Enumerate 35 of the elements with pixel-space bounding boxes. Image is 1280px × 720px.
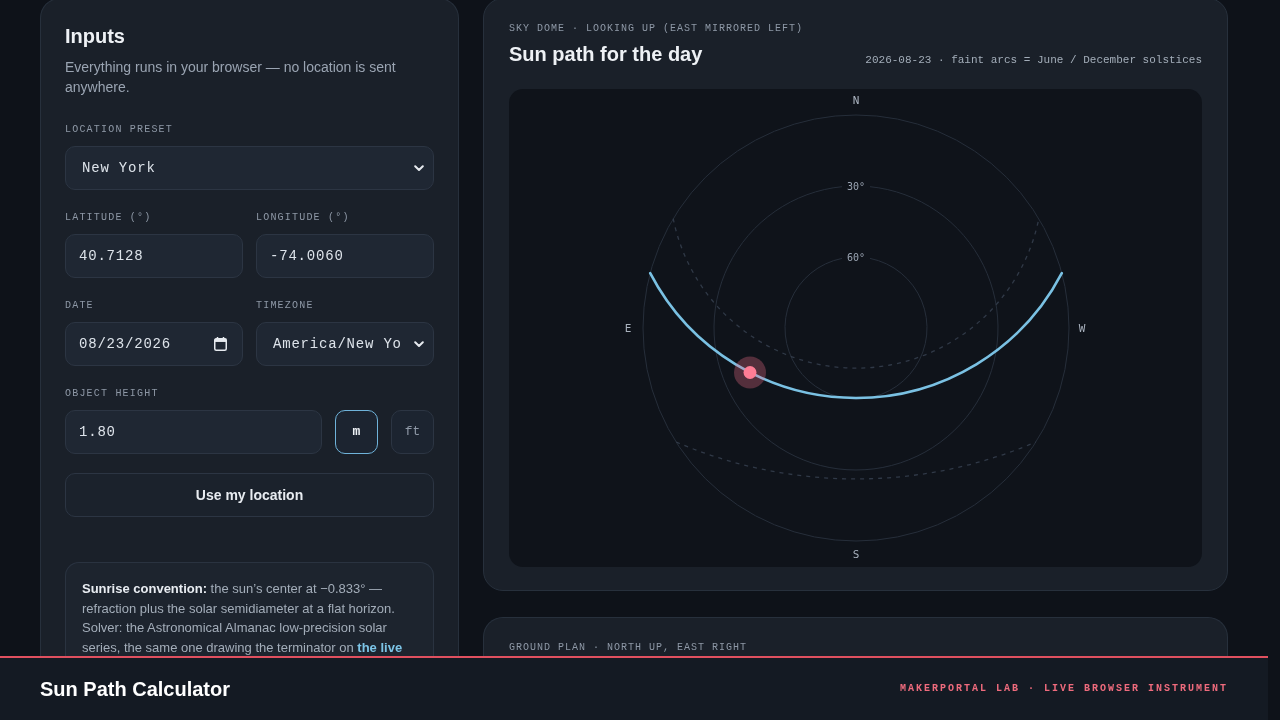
compass-label: E <box>624 321 632 335</box>
note-text: Sunrise convention: the sun’s center at −0.833° — refraction plus the solar semidiameter at a flat horizon. Solver: the Astronomical Almanac low-precision solar series, the same one drawing the terminator on the live <box>82 580 404 656</box>
field-label: OBJECT HEIGHT <box>65 387 160 401</box>
card-eyebrow: SKY DOME · LOOKING UP (EAST MIRRORED LEFT) <box>509 22 805 36</box>
longitude-input[interactable]: -74.0060 <box>256 234 434 278</box>
chevron-down-icon <box>414 340 424 348</box>
footer-tagline: MAKERPORTAL LAB · LIVE BROWSER INSTRUMENT <box>899 682 1228 696</box>
field-label: LOCATION PRESET <box>65 123 174 137</box>
height-input[interactable]: 1.80 <box>65 410 322 454</box>
app-title: Sun Path Calculator <box>40 677 231 702</box>
inline-link[interactable]: the live <box>357 640 403 656</box>
chevron-down-icon <box>414 164 424 172</box>
unit-toggle[interactable]: ft <box>391 410 434 454</box>
field-label: TIMEZONE <box>256 299 315 313</box>
sky-dome-caption: 2026-08-23 · faint arcs = June / December solstices <box>865 53 1202 68</box>
latitude-input[interactable]: 40.7128 <box>65 234 243 278</box>
field-label: DATE <box>65 299 95 313</box>
use-location-button[interactable]: Use my location <box>65 473 434 517</box>
compass-label: S <box>852 547 860 561</box>
altitude-label: 60° <box>846 251 866 263</box>
altitude-label: 30° <box>846 180 866 192</box>
field-label: LATITUDE (°) <box>65 211 153 225</box>
timezone-select[interactable]: America/New Yo <box>256 322 434 366</box>
date-input[interactable]: 08/23/2026 <box>65 322 243 366</box>
calendar-icon <box>214 337 227 351</box>
field-label: LONGITUDE (°) <box>256 211 351 225</box>
unit-toggle[interactable]: m <box>335 410 378 454</box>
card-eyebrow: GROUND PLAN · NORTH UP, EAST RIGHT <box>509 641 749 655</box>
sun-marker-icon <box>734 356 766 389</box>
card-title: Sun path for the day <box>509 42 703 67</box>
panel-description: Everything runs in your browser — no location is sent anywhere. <box>65 58 397 97</box>
compass-label: W <box>1078 321 1086 335</box>
panel-title: Inputs <box>65 24 126 49</box>
compass-label: N <box>852 93 860 107</box>
location-preset-select[interactable]: New York <box>65 146 434 190</box>
